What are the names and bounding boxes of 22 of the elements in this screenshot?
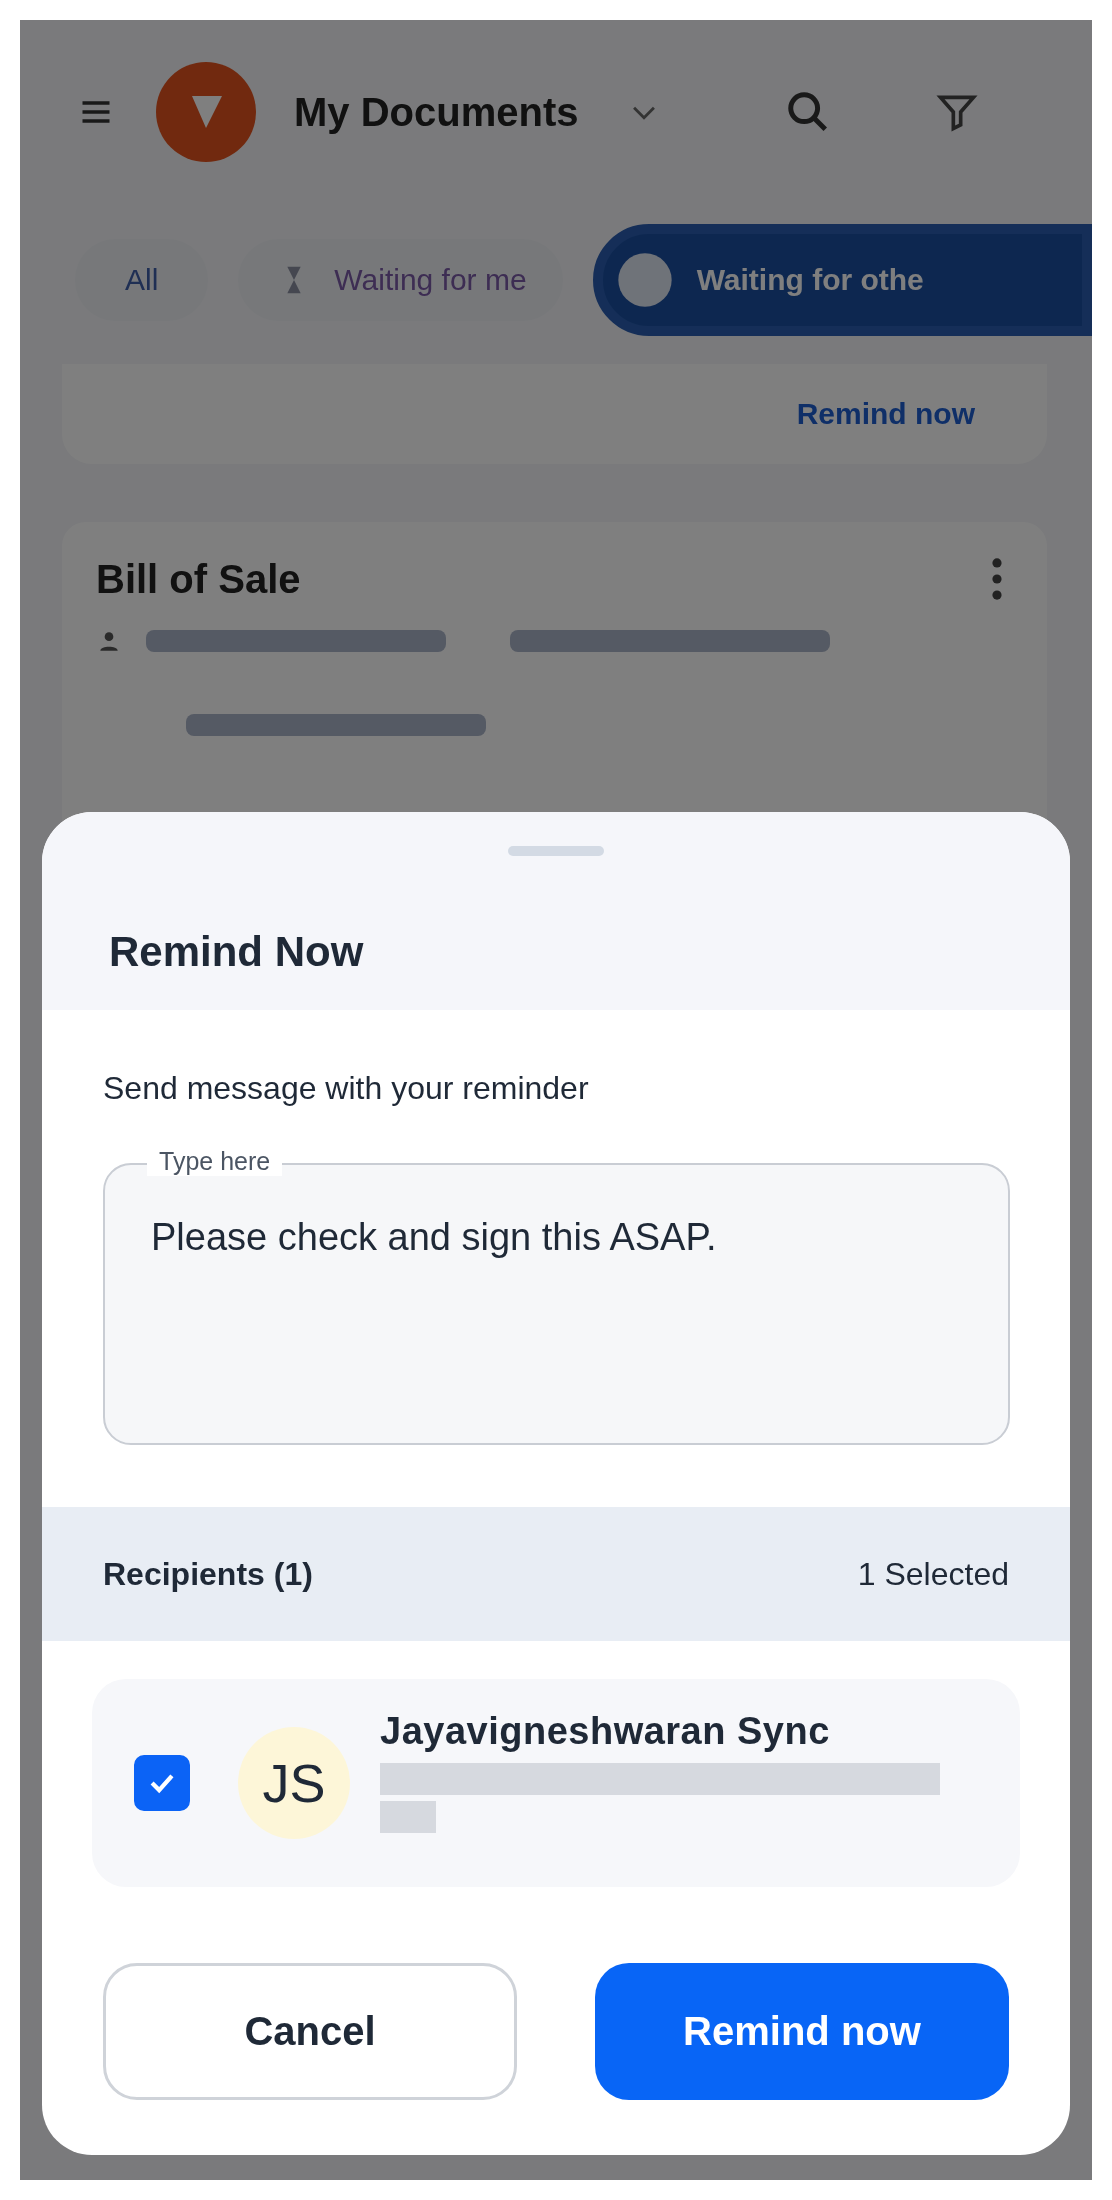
chip-label: Waiting for othe — [696, 263, 924, 297]
recipients-title: Recipients (1) — [103, 1555, 313, 1593]
sheet-title: Remind Now — [109, 928, 365, 976]
chip-label: Waiting for me — [334, 263, 527, 297]
page-title[interactable]: My Documents — [294, 89, 579, 135]
document-title: Bill of Sale — [96, 556, 301, 602]
message-label: Send message with your reminder — [103, 1070, 590, 1107]
more-options-icon[interactable] — [992, 556, 1002, 602]
remind-now-link[interactable]: Remind now — [796, 397, 975, 431]
filter-chip[interactable]: Waiting for othe — [592, 224, 1092, 336]
redacted-email — [380, 1800, 436, 1833]
logo-icon — [156, 62, 256, 162]
selected-count: 1 Selected — [857, 1555, 1009, 1593]
field-value: Please check and sign this ASAP. — [151, 1216, 717, 1259]
checkbox[interactable] — [134, 1755, 190, 1811]
avatar: JS — [238, 1727, 350, 1839]
remind-now-button[interactable]: Remind now — [595, 1963, 1009, 2100]
drag-handle[interactable] — [508, 846, 604, 856]
cancel-button[interactable]: Cancel — [103, 1963, 517, 2100]
recipient-name: Jayavigneshwaran Sync — [380, 1709, 831, 1753]
chip-label: All — [125, 263, 159, 297]
recipient-card[interactable]: JS Jayavigneshwaran Sync — [92, 1679, 1020, 1887]
